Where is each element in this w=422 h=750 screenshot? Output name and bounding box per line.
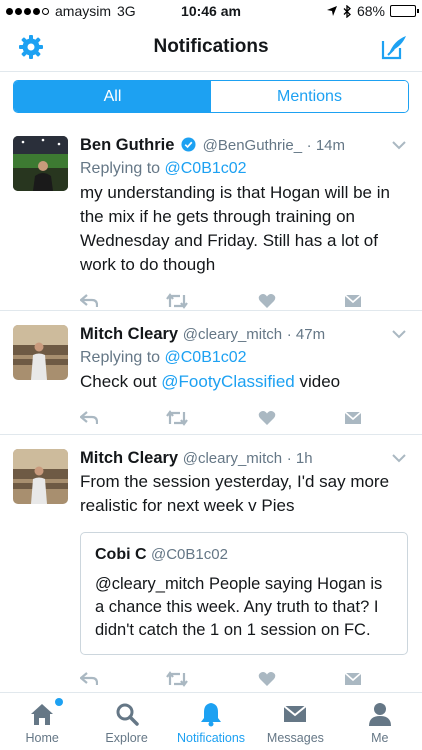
tab-me[interactable]: Me <box>338 693 422 750</box>
quoted-tweet[interactable]: Cobi C @C0B1c02 @cleary_mitch People say… <box>80 532 408 655</box>
avatar[interactable] <box>13 136 68 191</box>
tab-label: Notifications <box>176 731 246 745</box>
avatar[interactable] <box>13 449 68 504</box>
quoted-tweet-text: @cleary_mitch People saying Hogan is a c… <box>95 575 383 639</box>
new-items-dot <box>55 698 63 706</box>
tweet-text-prefix: Check out <box>80 372 162 391</box>
bluetooth-icon <box>343 4 351 18</box>
tweet-text: Check out @FootyClassified video <box>80 370 408 394</box>
tweet[interactable]: Mitch Cleary @cleary_mitch · 1h From the… <box>0 435 422 705</box>
chevron-down-icon[interactable] <box>392 453 406 463</box>
tweet-time: · 47m <box>286 326 326 343</box>
compose-tweet-icon[interactable] <box>380 33 408 61</box>
tab-label: Home <box>25 731 59 745</box>
author-name[interactable]: Mitch Cleary <box>80 449 178 467</box>
direct-message-icon[interactable] <box>344 671 362 687</box>
tab-messages[interactable]: Messages <box>253 693 337 750</box>
retweet-icon[interactable] <box>166 410 188 426</box>
author-handle: @BenGuthrie_ <box>202 137 303 154</box>
person-icon <box>368 703 391 726</box>
tweet-time: · 14m <box>306 137 346 154</box>
tab-bar: Home Explore Notifications Messages Me <box>0 692 422 750</box>
direct-message-icon[interactable] <box>344 293 362 309</box>
avatar[interactable] <box>13 325 68 380</box>
page-title: Notifications <box>153 36 269 57</box>
reply-handle-link[interactable]: @C0B1c02 <box>165 349 247 366</box>
reply-icon[interactable] <box>80 293 98 309</box>
tweet-text: my understanding is that Hogan will be i… <box>80 183 390 274</box>
tweet[interactable]: Ben Guthrie @BenGuthrie_ · 14m Replying … <box>0 122 422 311</box>
author-handle: @cleary_mitch <box>182 326 283 343</box>
tab-mentions[interactable]: Mentions <box>211 81 408 112</box>
reply-handle-link[interactable]: @C0B1c02 <box>165 160 247 177</box>
like-icon[interactable] <box>258 410 276 426</box>
replying-to: Replying to @C0B1c02 <box>80 346 408 370</box>
tab-all[interactable]: All <box>14 81 211 112</box>
replying-to-label: Replying to <box>80 160 165 177</box>
replying-to: Replying to @C0B1c02 <box>80 157 408 181</box>
nav-bar: Notifications <box>0 22 422 72</box>
status-bar: amaysim 3G 10:46 am 68% <box>0 0 422 22</box>
author-name[interactable]: Ben Guthrie <box>80 136 174 154</box>
home-icon <box>31 704 54 725</box>
bell-icon <box>201 703 222 727</box>
retweet-icon[interactable] <box>166 293 188 309</box>
tab-notifications[interactable]: Notifications <box>169 693 253 750</box>
tweet-text-suffix: video <box>294 372 341 391</box>
mention-link[interactable]: @FootyClassified <box>161 372 294 391</box>
author-name[interactable]: Mitch Cleary <box>80 325 178 343</box>
notifications-timeline: Ben Guthrie @BenGuthrie_ · 14m Replying … <box>0 122 422 705</box>
reply-icon[interactable] <box>80 410 98 426</box>
replying-to-label: Replying to <box>80 349 165 366</box>
battery-percent: 68% <box>356 3 385 19</box>
quoted-author-name: Cobi C <box>95 546 147 563</box>
like-icon[interactable] <box>258 671 276 687</box>
retweet-icon[interactable] <box>166 671 188 687</box>
tweet[interactable]: Mitch Cleary @cleary_mitch · 47m Replyin… <box>0 311 422 435</box>
notification-filter: All Mentions <box>13 80 409 113</box>
envelope-icon <box>283 705 308 722</box>
verified-badge-icon <box>181 137 196 152</box>
tweet-time: · 1h <box>286 450 313 467</box>
tab-label: Me <box>371 731 389 745</box>
chevron-down-icon[interactable] <box>392 140 406 150</box>
direct-message-icon[interactable] <box>344 410 362 426</box>
tab-label: Explore <box>105 731 148 745</box>
like-icon[interactable] <box>258 293 276 309</box>
author-handle: @cleary_mitch <box>182 450 283 467</box>
tab-explore[interactable]: Explore <box>84 693 168 750</box>
location-icon <box>326 6 337 16</box>
tab-home[interactable]: Home <box>0 693 84 750</box>
tweet-text: From the session yesterday, I'd say more… <box>80 472 390 515</box>
quoted-author-handle: @C0B1c02 <box>151 546 228 563</box>
chevron-down-icon[interactable] <box>392 329 406 339</box>
battery-icon <box>390 5 419 17</box>
reply-icon[interactable] <box>80 671 98 687</box>
tab-label: Messages <box>266 731 324 745</box>
search-icon <box>116 703 139 726</box>
